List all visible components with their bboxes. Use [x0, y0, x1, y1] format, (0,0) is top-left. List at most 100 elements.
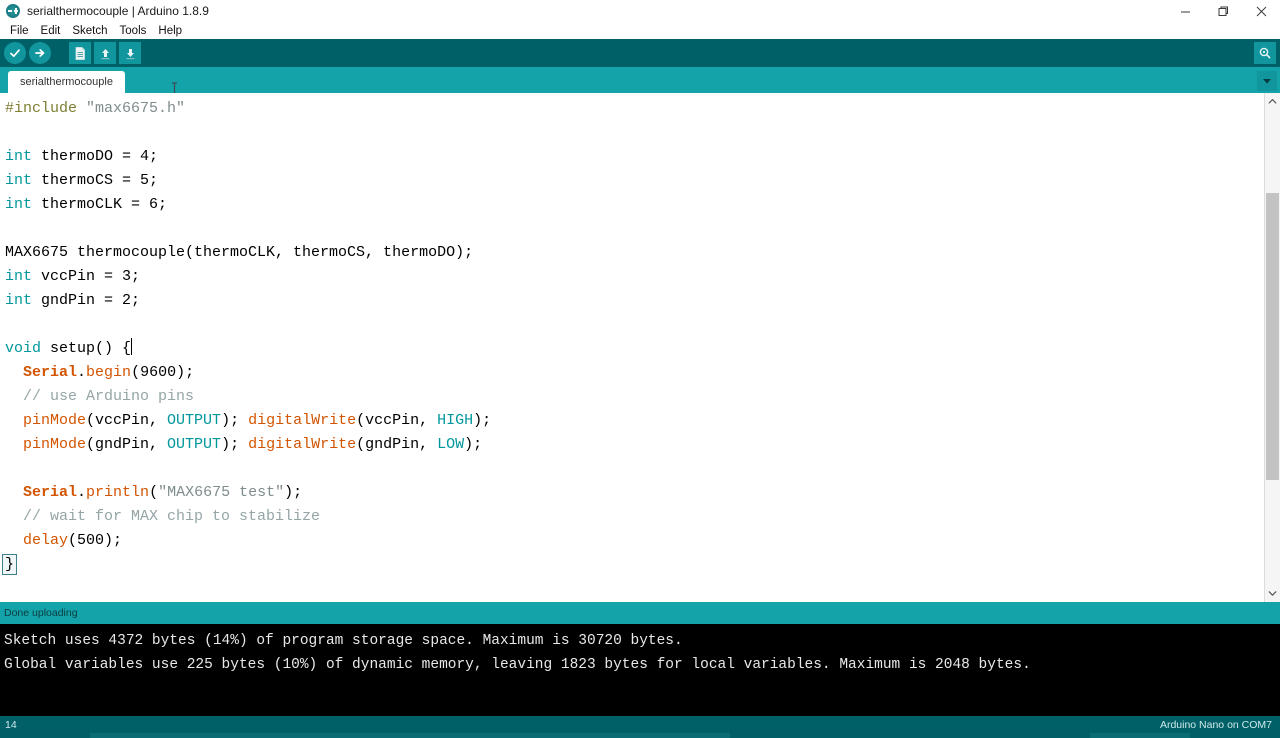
menu-bar: File Edit Sketch Tools Help	[0, 22, 1280, 39]
arrow-up-icon	[101, 48, 109, 59]
menu-item-sketch[interactable]: Sketch	[66, 24, 113, 38]
sketch-tab-bar: serialthermocouple	[0, 67, 1280, 93]
check-icon	[10, 49, 20, 58]
code-token: println	[86, 484, 150, 501]
code-token: void	[5, 340, 42, 357]
title-bar: serialthermocouple | Arduino 1.8.9	[0, 0, 1280, 22]
code-token: int	[5, 148, 33, 165]
code-line: int gndPin = 2;	[5, 289, 491, 313]
code-token: HIGH	[437, 412, 474, 429]
console-line: Sketch uses 4372 bytes (14%) of program …	[4, 633, 683, 649]
arduino-logo-icon	[6, 4, 20, 18]
code-token: );	[464, 436, 483, 453]
code-token: Serial	[23, 364, 78, 381]
code-line: MAX6675 thermocouple(thermoCLK, thermoCS…	[5, 241, 491, 265]
menu-item-help[interactable]: Help	[152, 24, 188, 38]
chevron-up-icon	[1268, 99, 1277, 104]
code-token: // use Arduino pins	[5, 388, 195, 405]
code-token: (gndPin,	[356, 436, 438, 453]
code-line: int vccPin = 3;	[5, 265, 491, 289]
code-line: int thermoCLK = 6;	[5, 193, 491, 217]
console-line: Global variables use 225 bytes (10%) of …	[4, 657, 1031, 673]
tab-serialthermocouple[interactable]: serialthermocouple	[8, 71, 125, 93]
new-button[interactable]	[69, 42, 91, 64]
code-token: "max6675.h"	[86, 100, 186, 117]
desktop-taskbar	[0, 733, 1280, 738]
code-token: delay	[23, 532, 69, 549]
code-line: pinMode(vccPin, OUTPUT); digitalWrite(vc…	[5, 409, 491, 433]
window-title: serialthermocouple | Arduino 1.8.9	[27, 4, 209, 18]
code-token: (vccPin,	[356, 412, 438, 429]
toolbar-right	[1254, 42, 1280, 64]
menu-item-edit[interactable]: Edit	[35, 24, 67, 38]
save-button[interactable]	[119, 42, 141, 64]
code-token: (gndPin,	[86, 436, 168, 453]
close-button[interactable]	[1242, 0, 1280, 22]
menu-item-tools[interactable]: Tools	[114, 24, 153, 38]
code-token: (	[149, 484, 159, 501]
arduino-ide-window: serialthermocouple | Arduino 1.8.9 File …	[0, 0, 1280, 738]
line-number-indicator: 14	[5, 718, 17, 731]
code-line: Serial.println("MAX6675 test");	[5, 481, 491, 505]
editor-vertical-scrollbar[interactable]	[1264, 93, 1280, 602]
code-token: );	[221, 412, 249, 429]
code-token: int	[5, 268, 33, 285]
verify-button[interactable]	[4, 42, 26, 64]
toolbar-buttons	[0, 42, 141, 64]
code-content[interactable]: #include "max6675.h" int thermoDO = 4; in…	[0, 93, 491, 577]
code-token: digitalWrite	[248, 412, 357, 429]
scrollbar-up-button[interactable]	[1265, 93, 1280, 110]
code-token: begin	[86, 364, 132, 381]
scrollbar-thumb[interactable]	[1266, 193, 1279, 480]
code-line: #include "max6675.h"	[5, 97, 491, 121]
code-line: delay(500);	[5, 529, 491, 553]
code-token: OUTPUT	[167, 412, 222, 429]
code-token: );	[221, 436, 249, 453]
code-token: .	[77, 364, 87, 381]
code-line: int thermoDO = 4;	[5, 145, 491, 169]
code-token: OUTPUT	[167, 436, 222, 453]
code-token: (vccPin,	[86, 412, 168, 429]
bottom-status-bar: 14 Arduino Nano on COM7	[0, 716, 1280, 733]
minimize-button[interactable]	[1166, 0, 1204, 22]
code-token: vccPin = 3;	[32, 268, 141, 285]
tab-label: serialthermocouple	[20, 76, 113, 88]
code-editor[interactable]: #include "max6675.h" int thermoDO = 4; in…	[0, 93, 1280, 602]
upload-button[interactable]	[29, 42, 51, 64]
code-line: // use Arduino pins	[5, 385, 491, 409]
arrow-down-icon	[126, 48, 134, 59]
serial-monitor-button[interactable]	[1254, 42, 1276, 64]
code-token: );	[473, 412, 492, 429]
status-message: Done uploading	[4, 607, 78, 619]
code-token: .	[77, 484, 87, 501]
open-button[interactable]	[94, 42, 116, 64]
arrow-right-icon	[35, 49, 45, 57]
tab-menu-button[interactable]	[1257, 71, 1277, 91]
close-icon	[1256, 6, 1266, 16]
code-token: (500);	[68, 532, 123, 549]
minimize-icon	[1180, 11, 1190, 12]
chevron-down-icon	[1268, 591, 1277, 596]
code-token: thermoCLK = 6;	[32, 196, 168, 213]
code-line: // wait for MAX chip to stabilize	[5, 505, 491, 529]
code-token: MAX6675 thermocouple(thermoCLK, thermoCS…	[5, 244, 474, 261]
title-bar-left: serialthermocouple | Arduino 1.8.9	[0, 4, 1166, 18]
main-toolbar	[0, 39, 1280, 67]
status-message-bar: Done uploading	[0, 602, 1280, 624]
menu-item-file[interactable]: File	[4, 24, 35, 38]
maximize-button[interactable]	[1204, 0, 1242, 22]
code-token: pinMode	[23, 412, 87, 429]
code-token: gndPin = 2;	[32, 292, 141, 309]
console-output[interactable]: Sketch uses 4372 bytes (14%) of program …	[0, 624, 1280, 716]
code-line: int thermoCS = 5;	[5, 169, 491, 193]
scrollbar-down-button[interactable]	[1265, 585, 1280, 602]
code-line: }	[2, 553, 491, 577]
code-token: int	[5, 196, 33, 213]
